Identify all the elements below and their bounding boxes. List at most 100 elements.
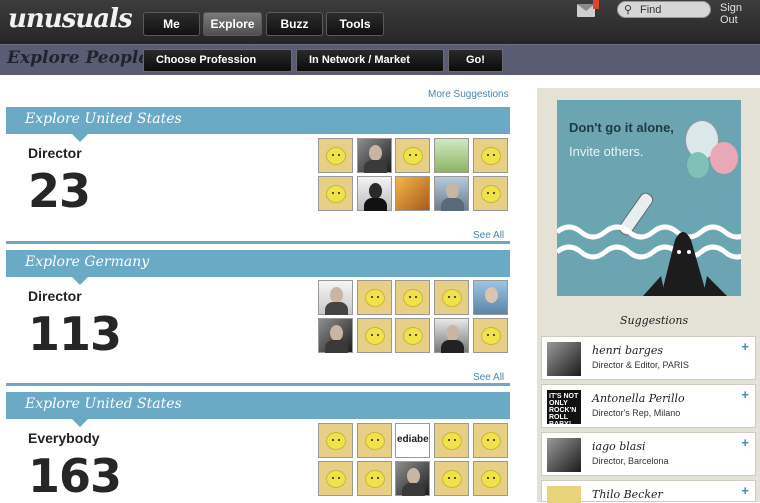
add-contact-button[interactable]: + bbox=[741, 339, 749, 354]
app-logo[interactable]: unusuals bbox=[8, 4, 133, 34]
person-tile[interactable] bbox=[434, 423, 469, 458]
suggestion-desc: Director, Barcelona bbox=[592, 456, 669, 466]
person-tile[interactable] bbox=[357, 461, 392, 496]
person-tile[interactable] bbox=[473, 461, 508, 496]
default-avatar-icon bbox=[403, 289, 423, 307]
default-avatar-icon bbox=[326, 185, 346, 203]
sidebar: Don't go it alone, Invite others. Sugges… bbox=[537, 88, 760, 503]
section-heading: Explore Germany bbox=[25, 254, 150, 270]
network-market-button[interactable]: In Network / Market bbox=[296, 49, 444, 72]
more-suggestions-link[interactable]: More Suggestions bbox=[428, 89, 509, 100]
person-tile[interactable] bbox=[357, 280, 392, 315]
nav-explore-button[interactable]: Explore bbox=[203, 12, 262, 36]
section-header[interactable]: Explore Germany bbox=[6, 250, 510, 285]
person-tile[interactable] bbox=[473, 423, 508, 458]
mail-notification-flag-icon bbox=[593, 0, 599, 9]
default-avatar-icon bbox=[481, 470, 501, 488]
suggestion-card[interactable]: IT'S NOT ONLY ROCK'N ROLL BABY! Antonell… bbox=[541, 384, 756, 428]
person-tile[interactable] bbox=[318, 280, 353, 315]
section-notch bbox=[72, 419, 88, 427]
see-all-link[interactable]: See All bbox=[473, 230, 504, 241]
section-count: 113 bbox=[28, 307, 122, 361]
person-tile[interactable] bbox=[357, 423, 392, 458]
search-icon: ⚲ bbox=[624, 4, 633, 16]
default-avatar-icon bbox=[326, 147, 346, 165]
section-heading: Explore United States bbox=[25, 396, 182, 412]
person-tile[interactable] bbox=[318, 176, 353, 211]
section-count: 163 bbox=[28, 449, 122, 503]
default-avatar-icon bbox=[365, 432, 385, 450]
default-avatar-icon bbox=[481, 432, 501, 450]
person-tile[interactable] bbox=[318, 461, 353, 496]
find-input[interactable] bbox=[640, 3, 706, 16]
invite-promo-banner[interactable]: Don't go it alone, Invite others. bbox=[557, 100, 741, 296]
tile-text: ediabe bbox=[397, 434, 429, 445]
nav-buzz-button[interactable]: Buzz bbox=[266, 12, 323, 36]
nav-tools-button[interactable]: Tools bbox=[326, 12, 384, 36]
nav-me-button[interactable]: Me bbox=[143, 12, 200, 36]
person-tile[interactable] bbox=[395, 138, 430, 173]
suggestion-card[interactable]: henri barges Director & Editor, PARIS + bbox=[541, 336, 756, 380]
default-avatar-icon bbox=[442, 470, 462, 488]
person-tile[interactable] bbox=[357, 138, 392, 173]
see-all-link[interactable]: See All bbox=[473, 372, 504, 383]
person-tile[interactable] bbox=[395, 461, 430, 496]
suggestion-name[interactable]: Antonella Perillo bbox=[592, 392, 685, 405]
suggestion-desc: Director & Editor, PARIS bbox=[592, 360, 689, 370]
suggestion-avatar[interactable] bbox=[547, 342, 581, 376]
section-header[interactable]: Explore United States bbox=[6, 107, 510, 142]
choose-profession-button[interactable]: Choose Profession bbox=[143, 49, 292, 72]
page-title: Explore People bbox=[7, 48, 150, 68]
go-button[interactable]: Go! bbox=[448, 49, 503, 72]
avatar-text: IT'S NOT ONLY ROCK'N ROLL BABY! bbox=[549, 393, 579, 428]
person-tile[interactable] bbox=[395, 176, 430, 211]
person-tile[interactable] bbox=[473, 138, 508, 173]
default-avatar-icon bbox=[403, 147, 423, 165]
section-count: 23 bbox=[28, 164, 91, 218]
suggestion-avatar[interactable] bbox=[547, 438, 581, 472]
person-tile[interactable] bbox=[318, 318, 353, 353]
top-navigation-bar: unusuals Me Explore Buzz Tools ⚲ Sign Ou… bbox=[0, 0, 760, 44]
sign-out-link[interactable]: Sign Out bbox=[720, 2, 760, 26]
balloon-icon bbox=[710, 142, 738, 174]
suggestion-name[interactable]: Thilo Becker bbox=[592, 488, 663, 501]
add-contact-button[interactable]: + bbox=[741, 483, 749, 498]
waves-and-shark-illustration bbox=[557, 224, 741, 296]
person-tile[interactable] bbox=[395, 280, 430, 315]
suggestion-name[interactable]: henri barges bbox=[592, 344, 663, 357]
find-box: ⚲ bbox=[617, 1, 711, 18]
person-tile[interactable] bbox=[357, 176, 392, 211]
default-avatar-icon bbox=[326, 432, 346, 450]
person-tile[interactable] bbox=[318, 423, 353, 458]
person-tile[interactable] bbox=[434, 318, 469, 353]
default-avatar-icon bbox=[365, 327, 385, 345]
person-tile[interactable] bbox=[434, 461, 469, 496]
person-tile[interactable] bbox=[395, 318, 430, 353]
person-tile[interactable] bbox=[434, 138, 469, 173]
suggestion-avatar[interactable]: IT'S NOT ONLY ROCK'N ROLL BABY! bbox=[547, 390, 581, 428]
suggestion-card[interactable]: iago blasi Director, Barcelona + bbox=[541, 432, 756, 476]
person-tile[interactable] bbox=[473, 318, 508, 353]
person-tile[interactable] bbox=[473, 176, 508, 211]
default-avatar-icon bbox=[481, 147, 501, 165]
person-tile[interactable] bbox=[473, 280, 508, 315]
default-avatar-icon bbox=[365, 289, 385, 307]
default-avatar-icon bbox=[442, 289, 462, 307]
add-contact-button[interactable]: + bbox=[741, 387, 749, 402]
promo-headline: Don't go it alone, bbox=[569, 120, 674, 135]
add-contact-button[interactable]: + bbox=[741, 435, 749, 450]
section-header[interactable]: Explore United States bbox=[6, 392, 510, 427]
explore-toolbar: Explore People Choose Profession In Netw… bbox=[0, 44, 760, 75]
section-role: Everybody bbox=[28, 430, 100, 446]
suggestion-desc: Director's Rep, Milano bbox=[592, 408, 681, 418]
default-avatar-icon bbox=[442, 432, 462, 450]
person-tile[interactable]: ediabe bbox=[395, 423, 430, 458]
suggestion-card[interactable]: Thilo Becker + bbox=[541, 480, 756, 503]
person-tile[interactable] bbox=[357, 318, 392, 353]
person-tile[interactable] bbox=[434, 280, 469, 315]
suggestion-name[interactable]: iago blasi bbox=[592, 440, 646, 453]
person-tile[interactable] bbox=[318, 138, 353, 173]
person-tile[interactable] bbox=[434, 176, 469, 211]
suggestion-avatar[interactable] bbox=[547, 486, 581, 503]
balloon-icon bbox=[687, 152, 709, 178]
